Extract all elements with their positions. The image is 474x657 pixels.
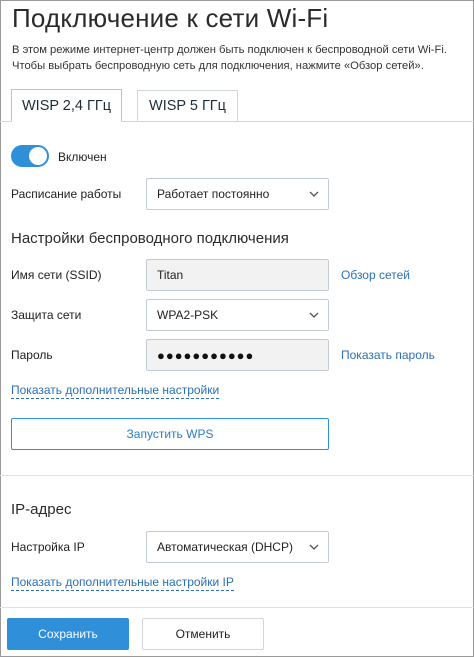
wireless-section-title: Настройки беспроводного подключения	[11, 230, 289, 247]
ip-setting-value: Автоматическая (DHCP)	[157, 540, 293, 554]
chevron-down-icon	[309, 191, 319, 197]
tab-wisp-5[interactable]: WISP 5 ГГц	[137, 90, 238, 121]
toggle-knob	[29, 147, 47, 165]
security-label: Защита сети	[11, 308, 82, 322]
chevron-down-icon	[309, 312, 319, 318]
ip-setting-select[interactable]: Автоматическая (DHCP)	[146, 531, 329, 563]
ip-section-title: IP-адрес	[11, 501, 72, 518]
schedule-select[interactable]: Работает постоянно	[146, 178, 329, 210]
password-label: Пароль	[11, 348, 53, 362]
security-value: WPA2-PSK	[157, 308, 219, 322]
toggle-label: Включен	[58, 150, 107, 164]
password-input[interactable]: ●●●●●●●●●●●	[146, 339, 329, 371]
schedule-label: Расписание работы	[11, 187, 122, 201]
ssid-value: Titan	[157, 268, 184, 282]
chevron-down-icon	[309, 544, 319, 550]
tab-wisp-2-4[interactable]: WISP 2,4 ГГц	[11, 89, 122, 122]
page-title: Подключение к сети Wi-Fi	[12, 3, 329, 33]
security-select[interactable]: WPA2-PSK	[146, 299, 329, 331]
ip-setting-label: Настройка IP	[11, 540, 85, 554]
save-button[interactable]: Сохранить	[7, 618, 129, 650]
ssid-input[interactable]: Titan	[146, 259, 329, 291]
show-advanced-ip-link[interactable]: Показать дополнительные настройки IP	[11, 575, 234, 591]
ssid-label: Имя сети (SSID)	[11, 268, 102, 282]
schedule-value: Работает постоянно	[157, 187, 270, 201]
show-advanced-link[interactable]: Показать дополнительные настройки	[11, 383, 220, 399]
browse-networks-link[interactable]: Обзор сетей	[341, 268, 410, 282]
cancel-button[interactable]: Отменить	[142, 618, 264, 650]
show-password-link[interactable]: Показать пароль	[341, 348, 435, 362]
section-divider	[0, 475, 474, 476]
page-description: В этом режиме интернет-центр должен быть…	[12, 44, 447, 72]
password-value: ●●●●●●●●●●●	[157, 347, 255, 363]
enable-toggle[interactable]	[11, 145, 49, 167]
start-wps-button[interactable]: Запустить WPS	[11, 418, 329, 450]
